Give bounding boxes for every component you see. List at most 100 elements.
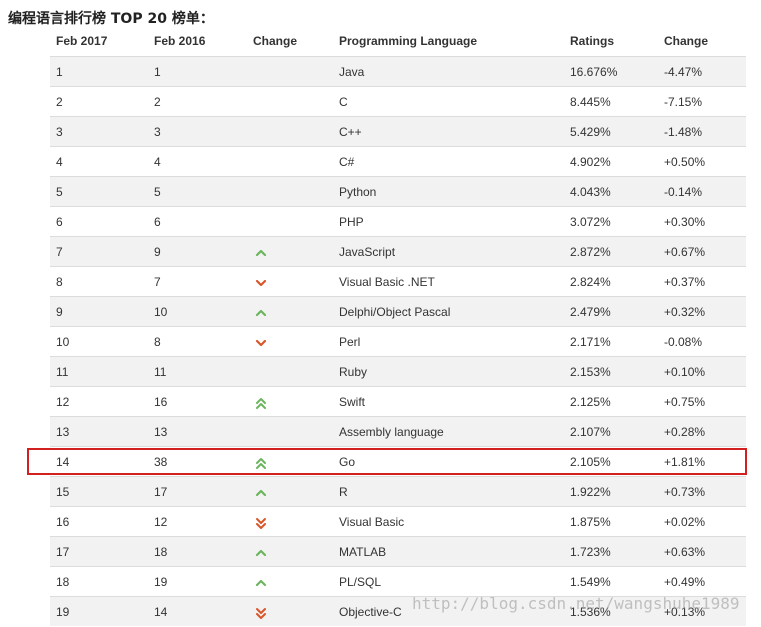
rank-now-cell: 16 [56, 515, 70, 529]
rank-prev-cell: 14 [154, 605, 168, 619]
double-chevron-down-icon [255, 517, 267, 529]
rank-now-cell: 8 [56, 275, 63, 289]
language-cell: Perl [339, 335, 361, 349]
trend-cell [253, 447, 283, 477]
language-cell: Ruby [339, 365, 368, 379]
header-language: Programming Language [339, 34, 478, 48]
rank-prev-cell: 8 [154, 335, 161, 349]
trend-cell [253, 327, 283, 357]
chevron-up-icon [255, 487, 267, 499]
rank-prev-cell: 7 [154, 275, 161, 289]
rating-cell: 1.875% [570, 515, 611, 529]
rating-cell: 2.824% [570, 275, 611, 289]
delta-cell: +0.49% [664, 575, 706, 589]
rank-now-cell: 9 [56, 305, 63, 319]
delta-cell: +0.75% [664, 395, 706, 409]
language-cell: PL/SQL [339, 575, 382, 589]
chevron-down-icon [255, 277, 267, 289]
rank-now-cell: 2 [56, 95, 63, 109]
page-title: 编程语言排行榜 TOP 20 榜单： [8, 11, 214, 27]
rank-prev-cell: 17 [154, 485, 168, 499]
delta-cell: +0.50% [664, 155, 706, 169]
table-row: 6 6 PHP 3.072% +0.30% [50, 206, 746, 236]
rank-prev-cell: 4 [154, 155, 161, 169]
table-row: 13 13 Assembly language 2.107% +0.28% [50, 416, 746, 446]
rating-cell: 2.872% [570, 245, 611, 259]
table-row: 9 10 Delphi/Object Pascal 2.479% +0.32% [50, 296, 746, 326]
rank-prev-cell: 19 [154, 575, 168, 589]
language-cell: PHP [339, 215, 364, 229]
language-cell: C [339, 95, 348, 109]
rank-prev-cell: 12 [154, 515, 168, 529]
delta-cell: +0.13% [664, 605, 706, 619]
rank-prev-cell: 18 [154, 545, 168, 559]
chevron-down-icon [255, 337, 267, 349]
rank-prev-cell: 3 [154, 125, 161, 139]
table-row: 3 3 C++ 5.429% -1.48% [50, 116, 746, 146]
delta-cell: +0.37% [664, 275, 706, 289]
rank-prev-cell: 5 [154, 185, 161, 199]
table-header: Feb 2017 Feb 2016 Change Programming Lan… [50, 26, 746, 56]
rank-now-cell: 14 [56, 455, 70, 469]
language-cell: Python [339, 185, 377, 199]
trend-cell [253, 387, 283, 417]
trend-cell [253, 297, 283, 327]
delta-cell: +1.81% [664, 455, 706, 469]
rating-cell: 1.723% [570, 545, 611, 559]
rating-cell: 1.536% [570, 605, 611, 619]
rating-cell: 8.445% [570, 95, 611, 109]
language-cell: Go [339, 455, 356, 469]
rating-cell: 1.922% [570, 485, 611, 499]
double-chevron-down-icon [255, 607, 267, 619]
table-row: 19 14 Objective-C 1.536% +0.13% [50, 596, 746, 626]
rank-prev-cell: 10 [154, 305, 168, 319]
table-row: 7 9 JavaScript 2.872% +0.67% [50, 236, 746, 266]
rank-now-cell: 18 [56, 575, 70, 589]
trend-cell [253, 477, 283, 507]
rating-cell: 2.107% [570, 425, 611, 439]
table-row: 15 17 R 1.922% +0.73% [50, 476, 746, 506]
delta-cell: +0.63% [664, 545, 706, 559]
trend-cell [253, 567, 283, 597]
table-row: 14 38 Go 2.105% +1.81% [50, 446, 746, 476]
delta-cell: +0.73% [664, 485, 706, 499]
table-row: 5 5 Python 4.043% -0.14% [50, 176, 746, 206]
chevron-up-icon [255, 547, 267, 559]
table-row: 4 4 C# 4.902% +0.50% [50, 146, 746, 176]
header-ratings: Ratings [570, 34, 615, 48]
trend-cell [253, 237, 283, 267]
delta-cell: +0.67% [664, 245, 706, 259]
rating-cell: 16.676% [570, 65, 618, 79]
ranking-table: Feb 2017 Feb 2016 Change Programming Lan… [50, 26, 746, 626]
trend-cell [253, 537, 283, 567]
table-row: 12 16 Swift 2.125% +0.75% [50, 386, 746, 416]
rank-prev-cell: 16 [154, 395, 168, 409]
rank-now-cell: 7 [56, 245, 63, 259]
trend-cell [253, 267, 283, 297]
language-cell: Delphi/Object Pascal [339, 305, 451, 319]
rank-prev-cell: 9 [154, 245, 161, 259]
language-cell: Java [339, 65, 365, 79]
rank-prev-cell: 6 [154, 215, 161, 229]
rating-cell: 2.105% [570, 455, 611, 469]
language-cell: MATLAB [339, 545, 387, 559]
language-cell: R [339, 485, 348, 499]
chevron-up-icon [255, 307, 267, 319]
table-row: 18 19 PL/SQL 1.549% +0.49% [50, 566, 746, 596]
double-chevron-up-icon [255, 457, 267, 469]
table-body: 1 1 Java 16.676% -4.47% 2 2 C 8.445% -7.15% 3 3 C++ 5… [50, 56, 746, 626]
rank-now-cell: 3 [56, 125, 63, 139]
rank-now-cell: 5 [56, 185, 63, 199]
rating-cell: 2.125% [570, 395, 611, 409]
header-change: Change [253, 34, 298, 48]
rating-cell: 1.549% [570, 575, 611, 589]
language-cell: Objective-C [339, 605, 402, 619]
rating-cell: 2.479% [570, 305, 611, 319]
rank-now-cell: 12 [56, 395, 70, 409]
double-chevron-up-icon [255, 397, 267, 409]
language-cell: JavaScript [339, 245, 396, 259]
rank-prev-cell: 1 [154, 65, 161, 79]
rank-now-cell: 1 [56, 65, 63, 79]
table-row: 17 18 MATLAB 1.723% +0.63% [50, 536, 746, 566]
rank-prev-cell: 2 [154, 95, 161, 109]
